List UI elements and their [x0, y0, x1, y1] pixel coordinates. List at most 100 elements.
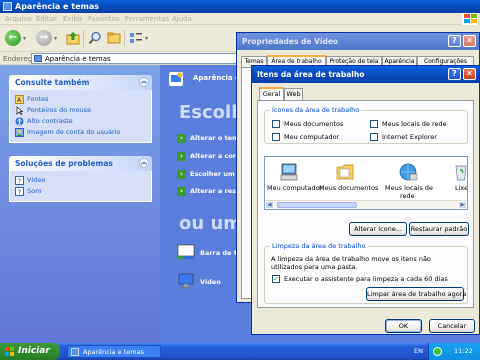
- display-icon[interactable]: [177, 272, 195, 290]
- link-label: Ponteiros do mouse: [27, 106, 92, 114]
- checkbox[interactable]: [370, 120, 378, 128]
- clock[interactable]: 11:22: [454, 347, 473, 355]
- checkbox-checked[interactable]: ✓: [272, 275, 280, 283]
- link-label: Imagem de conta do usuário: [27, 128, 121, 136]
- link-video[interactable]: ? Vídeo: [15, 175, 146, 186]
- desktop-items-dialog: Itens da área de trabalho ? ✕ Geral Web …: [251, 65, 480, 335]
- user-picture-icon: [15, 128, 24, 137]
- windows-logo-icon: [5, 347, 15, 356]
- title-bar[interactable]: Aparência e temas: [0, 0, 480, 13]
- icon-label: Meu computador: [267, 184, 323, 192]
- icon-label: Meus documentos: [319, 184, 379, 192]
- views-dropdown-icon[interactable]: ▾: [145, 35, 148, 42]
- display-label[interactable]: Vídeo: [200, 278, 221, 287]
- forward-dropdown-icon[interactable]: ▾: [54, 35, 57, 42]
- close-button[interactable]: ✕: [463, 68, 476, 80]
- start-button[interactable]: Iniciar: [0, 343, 60, 360]
- my-computer-icon[interactable]: [279, 162, 299, 182]
- search-icon[interactable]: [88, 31, 102, 45]
- address-field[interactable]: Aparência e temas: [31, 53, 238, 64]
- checkbox-label: Internet Explorer: [382, 133, 437, 141]
- checkbox-label: Meus locais de rede: [382, 120, 447, 128]
- scroll-left-arrow-icon[interactable]: ◀: [265, 201, 274, 209]
- back-arrow-icon[interactable]: ←: [5, 30, 21, 46]
- horizontal-scrollbar[interactable]: ◀ ▶: [265, 200, 467, 209]
- folders-icon[interactable]: [107, 31, 121, 45]
- window-title: Aparência e temas: [15, 2, 100, 11]
- troubleshoot-header[interactable]: Soluções de problemas ︽: [9, 156, 152, 171]
- my-documents-icon[interactable]: [335, 162, 355, 182]
- link-label: Alto contraste: [27, 117, 73, 125]
- troubleshoot-title: Soluções de problemas: [15, 159, 113, 168]
- taskbar-start-menu-icon[interactable]: [177, 243, 195, 261]
- icon-label: Meus locais de: [385, 184, 433, 192]
- security-shield-icon[interactable]: [433, 347, 442, 356]
- menu-ferramentas[interactable]: Ferramentas: [125, 15, 169, 23]
- menu-editar[interactable]: Editar: [36, 15, 57, 23]
- scroll-right-arrow-icon[interactable]: ▶: [458, 201, 467, 209]
- task-label: Alterar a reso: [190, 187, 241, 195]
- collapse-chevron-icon[interactable]: ︽: [139, 158, 149, 168]
- address-value: Aparência e temas: [45, 55, 111, 63]
- link-ponteiros-mouse[interactable]: Ponteiros do mouse: [15, 105, 146, 116]
- tab-web[interactable]: Web: [284, 88, 303, 100]
- scroll-thumb[interactable]: [277, 202, 357, 208]
- link-imagem-conta[interactable]: Imagem de conta do usuário: [15, 127, 146, 138]
- checkbox-label: Meus documentos: [284, 120, 344, 128]
- clean-desktop-now-button[interactable]: Limpar área de trabalho agora: [366, 287, 466, 301]
- back-dropdown-icon[interactable]: ▾: [23, 35, 26, 42]
- icon-label: Lixeir: [455, 184, 468, 192]
- checkbox[interactable]: [272, 120, 280, 128]
- menu-arquivo[interactable]: Arquivo: [5, 15, 32, 23]
- link-som[interactable]: ? Som: [15, 186, 146, 197]
- task-label: Escolher um p: [190, 170, 242, 178]
- checkbox[interactable]: [370, 133, 378, 141]
- menu-exibir[interactable]: Exibir: [63, 15, 83, 23]
- link-alto-contraste[interactable]: Alto contraste: [15, 116, 146, 127]
- green-arrow-icon: ›: [177, 152, 186, 161]
- help-icon: ?: [15, 176, 24, 185]
- tab-geral[interactable]: Geral: [259, 87, 284, 101]
- network-places-icon[interactable]: [398, 162, 418, 182]
- cleanup-description: A limpeza da área de trabalho move os it…: [271, 255, 461, 271]
- desktop-icon-list[interactable]: Meu computador Meus documentos Meus loca…: [264, 156, 468, 210]
- up-folder-icon[interactable]: [66, 31, 80, 45]
- see-also-header[interactable]: Consulte também ︽: [9, 75, 152, 90]
- help-icon: ?: [15, 187, 24, 196]
- checkbox[interactable]: [272, 133, 280, 141]
- language-indicator[interactable]: EN: [414, 347, 423, 355]
- control-panel-icon: [34, 55, 42, 62]
- forward-arrow-icon[interactable]: →: [36, 30, 52, 46]
- recycle-bin-icon[interactable]: [451, 162, 468, 182]
- svg-text:?: ?: [18, 189, 22, 197]
- collapse-chevron-icon[interactable]: ︽: [139, 77, 149, 87]
- see-also-title: Consulte também: [15, 78, 90, 87]
- close-button[interactable]: ✕: [463, 35, 476, 47]
- help-button[interactable]: ?: [448, 68, 461, 80]
- general-tab-panel: Ícones da área de trabalho Meus document…: [257, 100, 474, 308]
- ok-button[interactable]: OK: [385, 319, 422, 333]
- task-label: Alterar a cor d: [190, 152, 243, 160]
- link-fontes[interactable]: A Fontes: [15, 94, 146, 105]
- title-bar[interactable]: Propriedades de Vídeo ? ✕: [237, 33, 479, 50]
- views-icon[interactable]: [129, 31, 143, 45]
- menu-ajuda[interactable]: Ajuda: [172, 15, 192, 23]
- troubleshoot-panel: Soluções de problemas ︽ ? Vídeo ? Som: [9, 156, 152, 202]
- help-button[interactable]: ?: [448, 35, 461, 47]
- cancel-button[interactable]: Cancelar: [429, 319, 475, 333]
- mouse-pointer-icon: [16, 106, 24, 115]
- green-arrow-icon: ›: [177, 170, 186, 179]
- checkbox-label: Executar o assistente para limpeza a cad…: [284, 275, 448, 283]
- see-also-panel: Consulte também ︽ A Fontes Ponteiros do …: [9, 75, 152, 143]
- change-icon-button[interactable]: Alterar ícone...: [349, 222, 407, 236]
- taskbar-button-label: Aparência e temas: [83, 348, 144, 356]
- title-bar[interactable]: Itens da área de trabalho ? ✕: [252, 66, 479, 83]
- restore-default-button[interactable]: Restaurar padrão: [409, 222, 469, 236]
- group-title: Limpeza da área de trabalho: [270, 242, 368, 251]
- menu-favoritos[interactable]: Favoritos: [88, 15, 120, 23]
- fonts-icon: A: [15, 95, 24, 104]
- taskbar-button-aparencia-temas[interactable]: Aparência e temas: [67, 345, 161, 358]
- link-label: Som: [27, 187, 42, 195]
- taskbar: Iniciar Aparência e temas EN 11:22: [0, 343, 480, 360]
- windows-logo-icon: [462, 13, 478, 25]
